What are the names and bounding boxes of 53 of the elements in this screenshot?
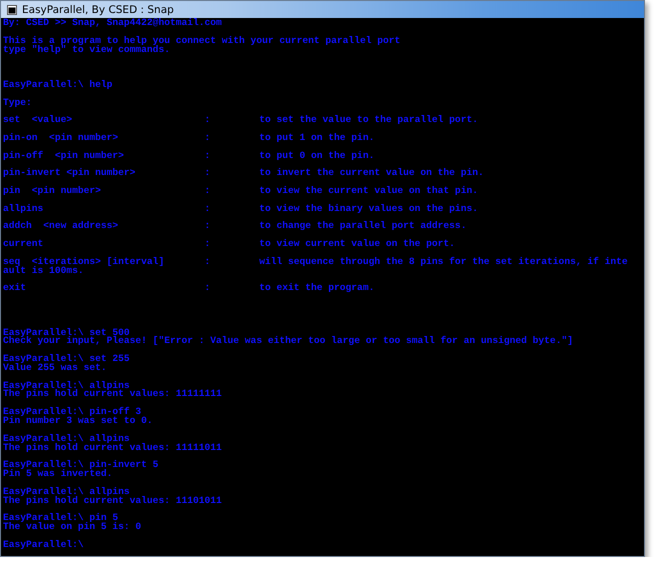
- command-syntax: allpins: [3, 204, 44, 214]
- command-description: to set the value to the parallel port.: [259, 116, 479, 126]
- separator-colon: :: [204, 204, 212, 214]
- command-syntax: exit: [3, 284, 28, 294]
- separator-colon: :: [204, 240, 212, 249]
- console-line: The pins hold current values: 11111011: [3, 442, 222, 452]
- console-line: EasyParallel:\ set 255: [3, 353, 130, 364]
- command-description: to change the parallel port address.: [259, 222, 468, 232]
- console-line: By: CSED >> Snap, Snap4422@hotmail.com: [3, 18, 222, 28]
- command-syntax: addch <new address>: [3, 222, 120, 232]
- window-title: EasyParallel, By CSED : Snap: [22, 4, 174, 16]
- console-line: The pins hold current values: 11101011: [3, 494, 222, 506]
- command-description: to exit the program.: [259, 284, 376, 294]
- command-description: to view the binary values on the pins.: [259, 204, 479, 214]
- command-syntax: pin-on <pin number>: [3, 134, 120, 143]
- console-line: EasyParallel:\ pin-off 3: [3, 406, 142, 418]
- console-line: Pin number 3 was set to 0.: [3, 414, 153, 426]
- console-line: This is a program to help you connect with your current parallel port: [3, 34, 400, 46]
- console-line: Type:: [3, 96, 32, 108]
- console-line: EasyParallel:\ allpins: [3, 380, 130, 391]
- separator-colon: :: [204, 284, 212, 294]
- command-syntax: pin <pin number>: [3, 187, 102, 196]
- command-syntax: seq <iterations> [interval]: [3, 258, 166, 267]
- separator-colon: :: [204, 134, 212, 143]
- console-app-icon: [7, 4, 17, 14]
- command-description: to view the current value on that pin.: [259, 187, 479, 196]
- console-line: EasyParallel:\ allpins: [3, 486, 130, 497]
- console-line: EasyParallel:\: [3, 538, 84, 550]
- console-line: Check your input, Please! ["Error : Value was either too large or too small for an unsigned byte."]: [3, 335, 573, 346]
- command-description: to put 0 on the pin.: [259, 152, 376, 160]
- console-line: Pin 5 was inverted.: [3, 468, 112, 480]
- separator-colon: :: [204, 258, 212, 267]
- command-syntax: pin-invert <pin number>: [3, 169, 136, 178]
- console-line: Value 255 was set.: [3, 362, 107, 373]
- console-line: EasyParallel:\ allpins: [3, 432, 130, 444]
- separator-colon: :: [204, 169, 212, 178]
- console-line: ault is 100ms.: [3, 264, 84, 276]
- command-syntax: current: [3, 240, 44, 249]
- command-description: to invert the current value on the pin.: [259, 169, 485, 178]
- console-line: The value on pin 5 is: 0: [3, 521, 142, 532]
- console-line: EasyParallel:\ pin-invert 5: [3, 459, 158, 470]
- separator-colon: :: [204, 187, 212, 196]
- command-description: to put 1 on the pin.: [259, 134, 376, 143]
- separator-colon: :: [204, 222, 212, 232]
- command-description: will sequence through the 8 pins for the set iterations, if inte: [259, 258, 629, 267]
- command-description: to view current value on the port.: [259, 240, 456, 249]
- command-syntax: set <value>: [3, 116, 74, 126]
- separator-colon: :: [204, 116, 212, 126]
- command-syntax: pin-off <pin number>: [3, 152, 125, 160]
- console-line: EasyParallel:\ help: [3, 78, 112, 90]
- console-line: EasyParallel:\ pin 5: [3, 512, 118, 524]
- console-line: type "help" to view commands.: [3, 44, 170, 55]
- separator-colon: :: [204, 152, 212, 160]
